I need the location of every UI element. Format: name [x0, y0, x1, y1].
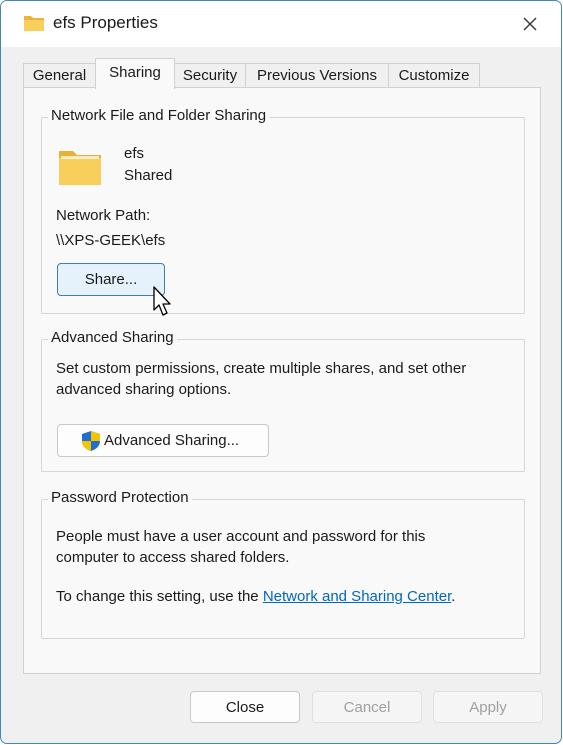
change-setting-suffix: . — [451, 588, 456, 605]
share-button[interactable]: Share... — [57, 263, 165, 296]
network-sharing-group-title: Network File and Folder Sharing — [48, 107, 270, 124]
title-bar: efs Properties — [1, 1, 561, 47]
close-button[interactable]: Close — [190, 691, 300, 723]
advanced-sharing-button[interactable]: Advanced Sharing... — [57, 424, 269, 457]
properties-dialog: efs Properties General Sharing Security … — [0, 0, 562, 744]
tab-customize[interactable]: Customize — [388, 63, 480, 89]
folder-name: efs — [124, 145, 145, 162]
advanced-sharing-button-label: Advanced Sharing... — [104, 432, 240, 449]
password-protection-line1: People must have a user account and pass… — [56, 528, 426, 545]
tab-previous-versions[interactable]: Previous Versions — [245, 63, 389, 89]
window-title: efs Properties — [53, 13, 158, 32]
apply-button[interactable]: Apply — [433, 691, 543, 723]
sharing-tab-panel: Network File and Folder Sharing efs Shar… — [23, 87, 541, 674]
change-setting-prefix: To change this setting, use the — [56, 588, 263, 605]
share-status: Shared — [124, 167, 173, 184]
tab-sharing[interactable]: Sharing — [95, 58, 175, 89]
advanced-sharing-group-title: Advanced Sharing — [48, 329, 177, 346]
close-icon[interactable] — [517, 11, 543, 37]
folder-icon — [24, 16, 44, 31]
advanced-sharing-group: Advanced Sharing Set custom permissions,… — [41, 329, 525, 472]
network-path-label: Network Path: — [56, 207, 151, 224]
mouse-cursor-icon — [153, 286, 171, 316]
password-protection-group: Password Protection People must have a u… — [41, 489, 525, 639]
advanced-sharing-description-line2: advanced sharing options. — [56, 381, 232, 398]
password-protection-line2: computer to access shared folders. — [56, 549, 290, 566]
network-sharing-group: Network File and Folder Sharing efs Shar… — [41, 107, 525, 314]
change-setting-text: To change this setting, use the Network … — [56, 588, 455, 605]
cancel-button[interactable]: Cancel — [312, 691, 422, 723]
uac-shield-icon — [82, 431, 100, 451]
tab-security[interactable]: Security — [174, 63, 246, 89]
tab-general[interactable]: General — [23, 63, 96, 89]
folder-icon — [59, 151, 101, 185]
advanced-sharing-description-line1: Set custom permissions, create multiple … — [56, 360, 467, 377]
network-sharing-center-link[interactable]: Network and Sharing Center — [263, 588, 451, 605]
password-protection-group-title: Password Protection — [48, 489, 192, 506]
network-path-value: \\XPS-GEEK\efs — [56, 232, 166, 249]
